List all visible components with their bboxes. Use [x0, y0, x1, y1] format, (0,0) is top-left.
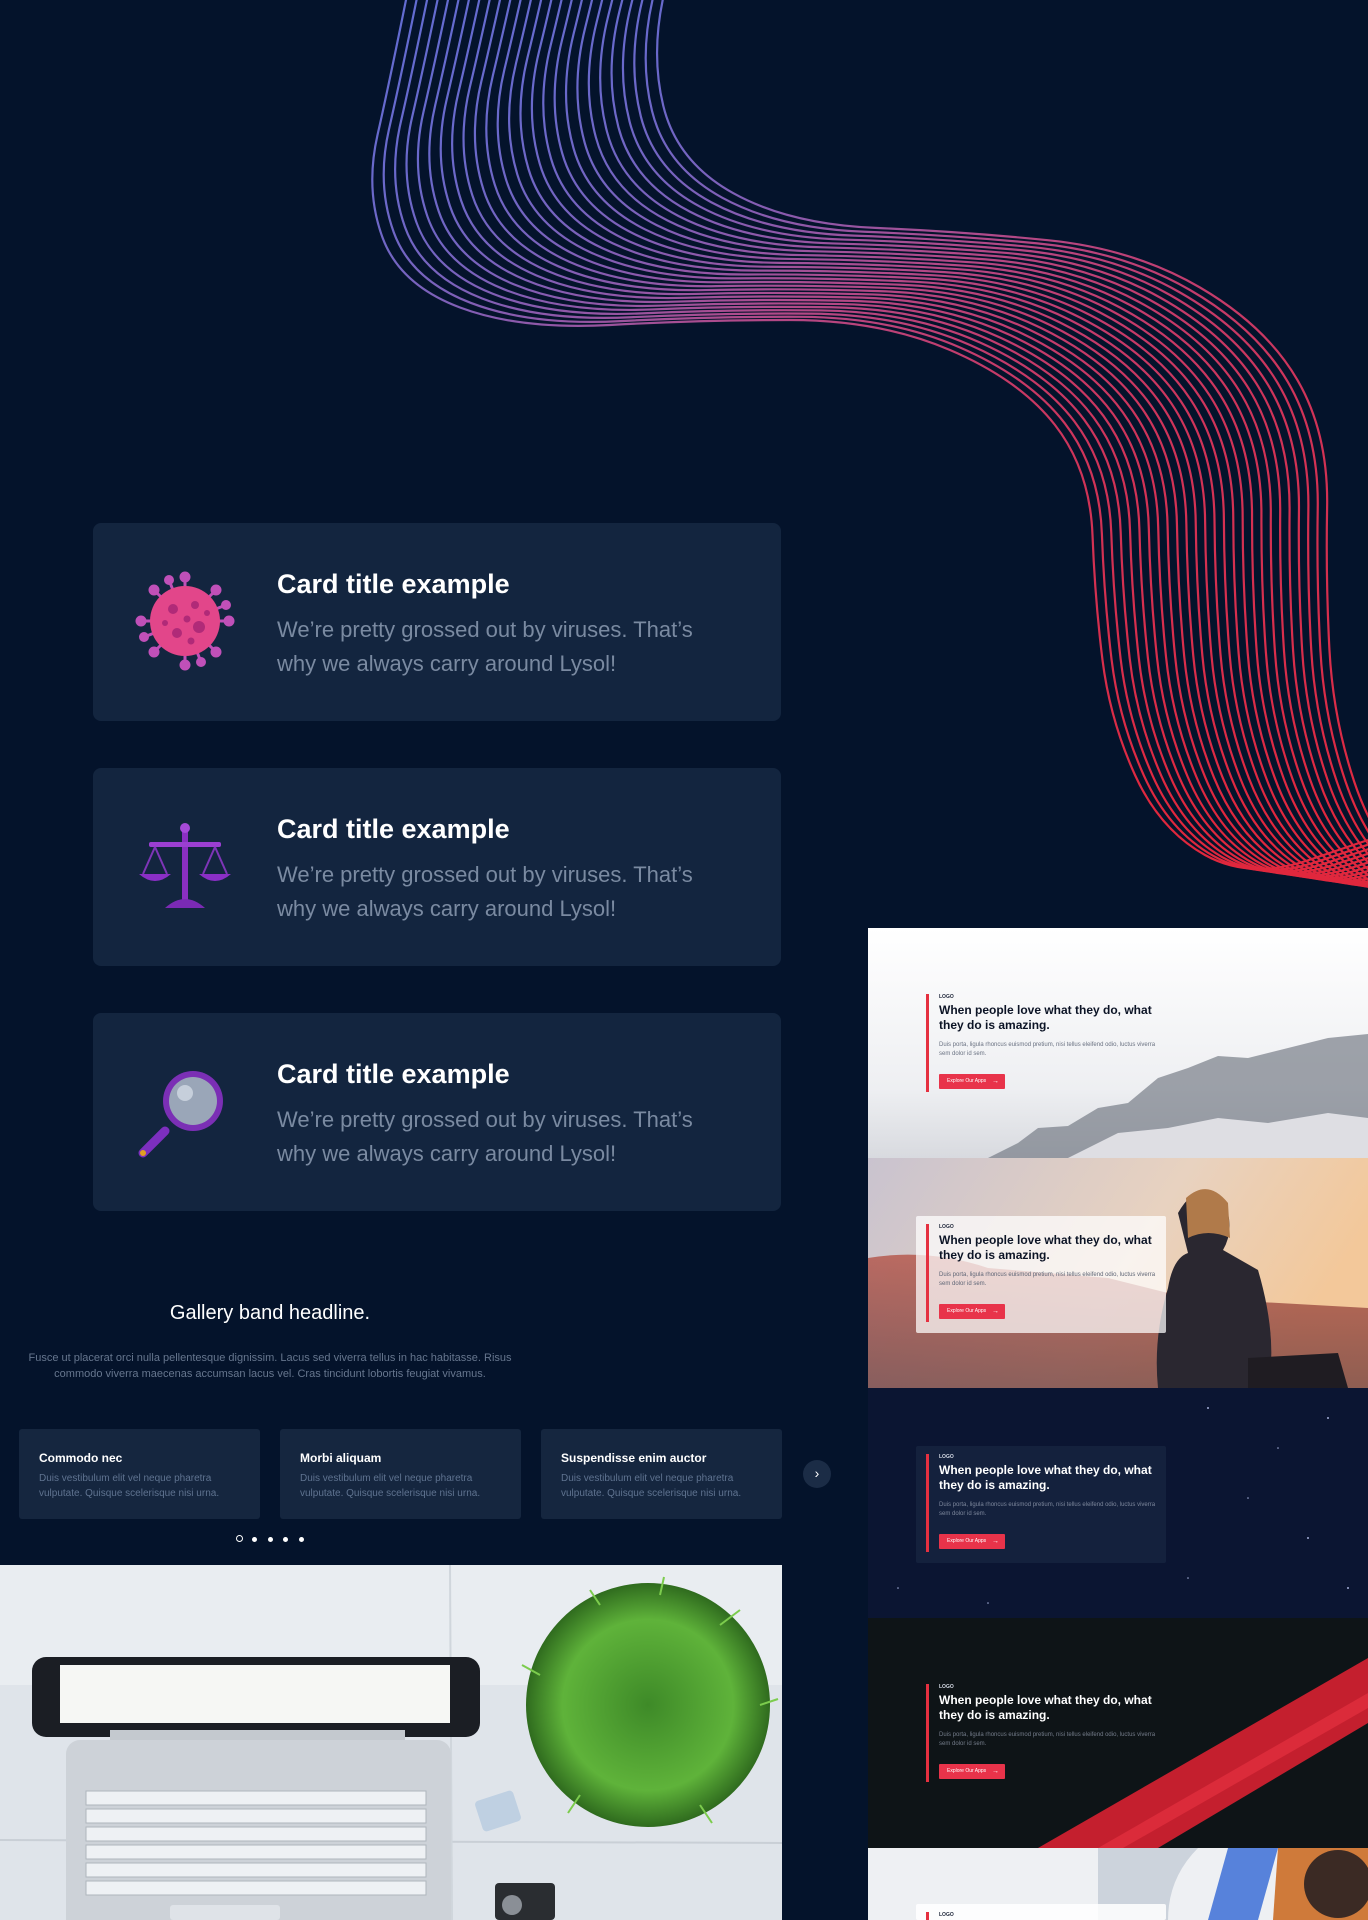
- virus-icon: [135, 571, 235, 671]
- magnifier-icon: [138, 1071, 223, 1158]
- wave-line: [473, 0, 1368, 883]
- carousel-dot[interactable]: [252, 1537, 257, 1542]
- card-title: Card title example: [277, 1059, 510, 1089]
- accent-bar: [926, 1912, 929, 1920]
- arrow-right-icon: →: [992, 1768, 999, 1775]
- slide-eyebrow: LOGO: [939, 994, 954, 1000]
- wave-line: [485, 0, 1368, 884]
- slide-title: When people love what they do, what they…: [939, 1003, 1152, 1032]
- accent-bar: [926, 994, 929, 1092]
- slide-eyebrow: LOGO: [939, 1454, 954, 1460]
- wave-line: [382, 0, 1368, 872]
- explore-button[interactable]: Explore Our Apps →: [939, 1764, 1005, 1779]
- gallery-headline: Gallery band headline.: [169, 1302, 371, 1324]
- gallery-card-text: Duis vestibulum elit vel neque pharetra …: [561, 1473, 742, 1499]
- carousel-dot[interactable]: [236, 1535, 243, 1542]
- accent-bar: [926, 1684, 929, 1782]
- wave-line: [405, 0, 1368, 875]
- card-description: We’re pretty grossed out by viruses. Tha…: [277, 1107, 693, 1166]
- card-title: Card title example: [277, 569, 510, 599]
- feature-card[interactable]: Card title example We’re pretty grossed …: [93, 523, 781, 721]
- wave-line: [542, 0, 1368, 888]
- hero-slide[interactable]: LOGO When people love what they do, what…: [868, 928, 1368, 1158]
- wave-line: [519, 0, 1368, 888]
- slide-eyebrow: LOGO: [939, 1224, 954, 1230]
- gallery-card-text: Duis vestibulum elit vel neque pharetra …: [300, 1473, 481, 1499]
- wave-line: [496, 0, 1368, 886]
- slide-title: When people love what they do, what they…: [939, 1693, 1152, 1722]
- accent-bar: [926, 1454, 929, 1552]
- explore-button[interactable]: Explore Our Apps →: [939, 1534, 1005, 1549]
- scales-icon: [139, 823, 231, 908]
- explore-button[interactable]: Explore Our Apps →: [939, 1074, 1005, 1089]
- arrow-right-icon: →: [992, 1538, 999, 1545]
- gallery-card-title: Commodo nec: [39, 1451, 123, 1465]
- slide-body: Duis porta, ligula rhoncus euismod preti…: [939, 1732, 1156, 1747]
- gallery-subtext: Fusce ut placerat orci nulla pellentesqu…: [28, 1352, 512, 1380]
- slide-title: When people love what they do, what they…: [939, 1233, 1152, 1262]
- gallery-next-button[interactable]: ›: [803, 1460, 831, 1488]
- arrow-right-icon: →: [992, 1078, 999, 1085]
- wave-line: [462, 0, 1368, 881]
- slide-title: When people love what they do, what they…: [939, 1463, 1152, 1492]
- wave-line: [553, 0, 1368, 887]
- card-description: We’re pretty grossed out by viruses. Tha…: [277, 617, 693, 676]
- explore-button[interactable]: Explore Our Apps →: [939, 1304, 1005, 1319]
- gallery-card-title: Morbi aliquam: [300, 1451, 382, 1465]
- arrow-right-icon: →: [992, 1308, 999, 1315]
- accent-bar: [926, 1224, 929, 1322]
- wave-line: [633, 0, 1368, 846]
- slide-eyebrow: LOGO: [939, 1912, 954, 1918]
- slide-eyebrow: LOGO: [939, 1684, 954, 1690]
- wave-line: [416, 0, 1368, 876]
- carousel-dot[interactable]: [299, 1537, 304, 1542]
- gallery-card[interactable]: Commodo nec Duis vestibulum elit vel neq…: [19, 1429, 260, 1519]
- gallery-card[interactable]: Morbi aliquam Duis vestibulum elit vel n…: [280, 1429, 521, 1519]
- hero-slide[interactable]: LOGO: [868, 1848, 1368, 1920]
- feature-card[interactable]: Card title example We’re pretty grossed …: [93, 1013, 781, 1211]
- slide-body: Duis porta, ligula rhoncus euismod preti…: [939, 1042, 1156, 1057]
- card-title: Card title example: [277, 814, 510, 844]
- chevron-right-icon: ›: [814, 1465, 820, 1481]
- card-description: We’re pretty grossed out by viruses. Tha…: [277, 862, 693, 921]
- wave-line: [564, 0, 1368, 884]
- gallery-card-text: Duis vestibulum elit vel neque pharetra …: [39, 1473, 220, 1499]
- feature-card[interactable]: Card title example We’re pretty grossed …: [93, 768, 781, 966]
- gallery-card[interactable]: Suspendisse enim auctor Duis vestibulum …: [541, 1429, 782, 1519]
- slide-body: Duis porta, ligula rhoncus euismod preti…: [939, 1502, 1156, 1517]
- desk-photo: [0, 1565, 782, 1920]
- hero-slide[interactable]: LOGO When people love what they do, what…: [868, 1618, 1368, 1848]
- hero-slide[interactable]: LOGO When people love what they do, what…: [868, 1388, 1368, 1618]
- wave-line: [621, 0, 1368, 856]
- gallery-card-title: Suspendisse enim auctor: [561, 1451, 707, 1465]
- wave-line: [394, 0, 1368, 873]
- wave-line: [576, 0, 1368, 881]
- hero-slide[interactable]: LOGO When people love what they do, what…: [868, 1158, 1368, 1388]
- slide-body: Duis porta, ligula rhoncus euismod preti…: [939, 1272, 1156, 1287]
- carousel-dot[interactable]: [268, 1537, 273, 1542]
- carousel-dot[interactable]: [283, 1537, 288, 1542]
